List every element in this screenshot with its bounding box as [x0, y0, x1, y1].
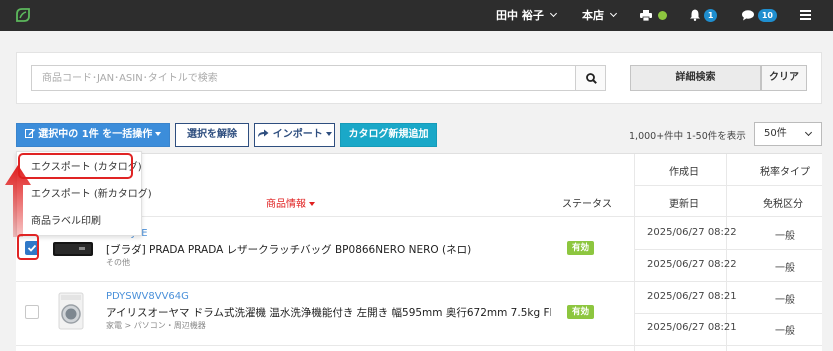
product-sku-link[interactable]: PDYSWV8VV64G: [106, 291, 189, 302]
bulk-action-button[interactable]: 選択中の 1件 を一括操作: [16, 123, 170, 147]
header-status[interactable]: ステータス: [562, 195, 612, 210]
header-tax-exempt-class[interactable]: 免税区分: [763, 195, 803, 210]
bulk-action-label: 選択中の 1件 を一括操作: [38, 129, 153, 140]
header-product-info[interactable]: 商品情報: [266, 195, 315, 210]
tax-exempt-class: 一般: [775, 326, 795, 337]
top-navigation-bar: 田中 裕子 本店 1 10: [0, 0, 833, 31]
edit-icon: [24, 129, 35, 138]
notification-count-badge: 1: [703, 8, 718, 22]
per-page-select[interactable]: 50件: [754, 122, 822, 146]
printer-connected-dot: [657, 10, 667, 20]
hamburger-menu-button[interactable]: [800, 0, 811, 31]
app-logo-icon[interactable]: [14, 6, 32, 24]
printer-status[interactable]: [640, 0, 667, 31]
store-name: 本店: [582, 9, 604, 22]
deselect-button[interactable]: 選択を解除: [175, 123, 249, 147]
row-border: [16, 281, 822, 282]
search-input[interactable]: [31, 65, 575, 91]
header-updated[interactable]: 更新日: [669, 195, 699, 210]
advanced-search-button[interactable]: 詳細検索: [630, 65, 761, 91]
import-caret: [325, 132, 332, 136]
row-subdivider: [634, 249, 822, 250]
chevron-down-icon: [609, 9, 618, 18]
header-tax-rate-type[interactable]: 税率タイプ: [760, 163, 810, 178]
import-label: インポート: [272, 129, 323, 140]
user-name: 田中 裕子: [496, 9, 544, 22]
menu-item-print-labels[interactable]: 商品ラベル印刷: [17, 208, 143, 235]
share-arrow-icon: [258, 129, 269, 137]
tax-exempt-class: 一般: [775, 263, 795, 274]
updated-date: 2025/06/27 08:21: [647, 322, 737, 333]
bell-icon: [690, 9, 700, 21]
printer-icon: [640, 9, 652, 21]
chat-bubble-icon: [742, 9, 754, 20]
search-panel: 詳細検索 クリア: [16, 52, 822, 104]
annotation-arrow-icon: [5, 165, 31, 237]
user-menu[interactable]: 田中 裕子: [496, 0, 557, 31]
header-divider: [634, 185, 822, 186]
per-page-value: 50件: [764, 128, 787, 139]
highlight-box-export-catalog: [18, 153, 133, 179]
product-thumbnail[interactable]: [52, 238, 94, 260]
search-icon: [586, 73, 597, 84]
updated-date: 2025/06/27 08:22: [647, 259, 737, 270]
product-title: [ブラダ] PRADA PRADA レザークラッチバッグ BP0866NERO …: [106, 244, 472, 256]
bulk-action-caret: [155, 132, 162, 136]
tax-rate-type: 一般: [775, 295, 795, 306]
hamburger-menu-icon: [800, 10, 811, 20]
row-subdivider: [634, 313, 822, 314]
header-created[interactable]: 作成日: [669, 163, 699, 178]
chevron-down-icon: [549, 9, 557, 18]
product-thumbnail[interactable]: [58, 292, 84, 330]
chevron-down-icon: [804, 128, 813, 137]
result-range-text: 1,000+件中 1-50件を表示: [629, 131, 746, 142]
messages-button[interactable]: 10: [742, 0, 777, 31]
status-badge: 有効: [567, 241, 595, 255]
tax-rate-type: 一般: [775, 231, 795, 242]
column-divider: [634, 154, 635, 351]
search-button[interactable]: [575, 65, 606, 91]
import-button[interactable]: インポート: [254, 123, 335, 147]
product-title: アイリスオーヤマ ドラム式洗濯機 温水洗浄機能付き 左開き 幅595mm 奥行6…: [106, 307, 551, 319]
sort-desc-icon: [309, 202, 315, 206]
clear-button[interactable]: クリア: [761, 65, 807, 91]
status-badge: 有効: [567, 305, 595, 319]
notifications-button[interactable]: 1: [690, 0, 718, 31]
created-date: 2025/06/27 08:22: [647, 227, 737, 238]
product-category: 家電 > パソコン・周辺機器: [106, 321, 206, 330]
created-date: 2025/06/27 08:21: [647, 291, 737, 302]
message-count-badge: 10: [757, 8, 777, 22]
store-menu[interactable]: 本店: [582, 0, 618, 31]
row-border: [16, 345, 822, 346]
add-catalog-button[interactable]: カタログ新規追加: [340, 123, 437, 147]
product-category: その他: [106, 258, 130, 267]
header-product-info-label: 商品情報: [266, 199, 306, 210]
row-checkbox[interactable]: [25, 305, 39, 319]
menu-item-export-new-catalog[interactable]: エクスポート (新カタログ): [17, 181, 152, 208]
highlight-box-row-checkbox: [17, 234, 39, 260]
